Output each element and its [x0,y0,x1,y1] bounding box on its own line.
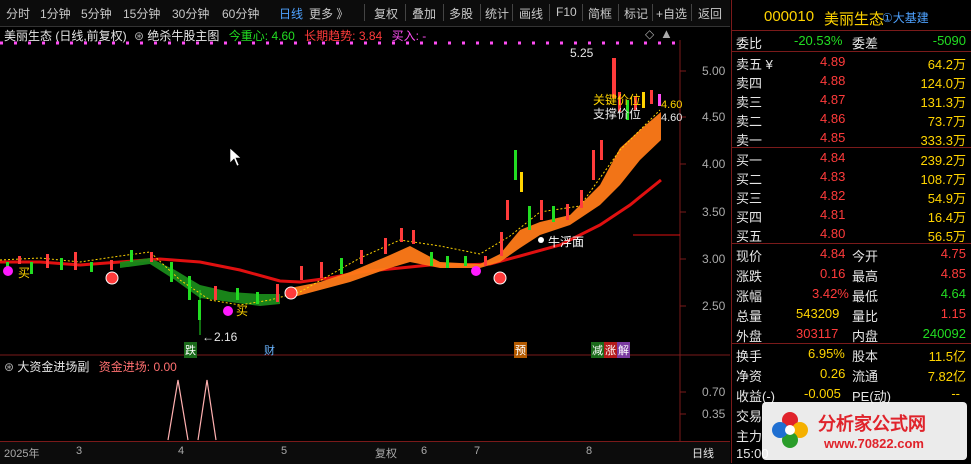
support-level-label: 支撑价位 [593,107,642,121]
x-axis-label: 6 [421,445,428,457]
period-tab-bottom[interactable]: 日线 [692,445,714,461]
x-axis-label: 复权 [375,448,397,460]
stock-code: 000010 [764,8,815,25]
stock-name: 美丽生态 [824,11,885,28]
x-axis-label: 7 [474,445,481,457]
ask-row-5[interactable]: 卖五 ¥ 4.89 64.2万 [732,52,971,72]
y-tick: 4.50 [702,110,726,124]
event-tag-reduce[interactable]: 减 [591,342,604,358]
bull-surface-dot [538,237,544,243]
buy-signal-marker [471,266,481,276]
bid-row-2[interactable]: 买二 4.83 108.7万 [732,167,971,187]
stat-row-price: 现价 4.84 今开 4.75 [736,246,966,264]
stat-row-earnings: 收益(-) -0.005 PE(动) -- [736,386,960,404]
x-axis-bar: 2025年 3 4 5 复权 6 7 8 日线 [0,441,730,464]
candlestick-chart [0,40,730,441]
watermark-logo: 分析家公式网 www.70822.com [762,402,967,460]
fund-entry-label: 资金进场: [98,360,151,374]
stat-row-netasset: 净资 0.26 流通 7.82亿 [736,366,966,384]
fund-entry-spike [197,379,217,441]
buy-marker-label: 买 [18,266,31,280]
bid-row-4[interactable]: 买四 4.81 16.4万 [732,205,971,225]
key-level-value: 4.60 [661,99,683,111]
bid-row-3[interactable]: 买三 4.82 54.9万 [732,186,971,206]
ask-row-3[interactable]: 卖三 4.87 131.3万 [732,90,971,110]
sub-indicator-name[interactable]: 大资金进场副 [17,360,89,374]
quote-header: 000010 美丽生态 ①大基建 [732,6,971,28]
pinwheel-logo-icon [772,412,808,448]
bid-row-5[interactable]: 买五 4.80 56.5万 [732,224,971,244]
fund-entry-spike [167,379,189,441]
signal-ball-icon [105,271,119,285]
stat-row-change: 涨跌 0.16 最高 4.85 [736,266,966,284]
x-axis-label: 5 [281,445,288,457]
buy-signal-marker [3,266,13,276]
x-axis-label: 4 [178,445,185,457]
order-ratio-row: 委比 -20.53% 委差 -5090 [736,33,966,51]
y-tick: 3.00 [702,252,726,266]
bid-row-1[interactable]: 买一 4.84 239.2万 [732,148,971,168]
stat-row-pct: 涨幅 3.42% 最低 4.64 [736,286,966,304]
sub-indicator-settings-icon[interactable]: ⊛ [4,360,14,374]
low-price-label: ←2.16 [202,330,238,344]
stat-row-outer: 外盘 303117 内盘 240092 [736,326,966,344]
stat-row-turnover: 换手 6.95% 股本 11.5亿 [736,346,966,364]
y-tick: 2.50 [702,299,726,313]
fund-entry-value: 0.00 [153,360,177,374]
watermark-url: www.70822.com [824,436,924,451]
stat-row-volume: 总量 543209 量比 1.15 [736,306,966,324]
watermark-site-name: 分析家公式网 [818,414,926,434]
signal-ball-icon [284,286,298,300]
sub-y-tick: 0.70 [702,385,726,399]
y-tick: 3.50 [702,205,726,219]
sub-chart-title: ⊛ 大资金进场副 资金进场: 0.00 [4,358,177,375]
sector-tag[interactable]: ①大基建 [882,9,929,26]
high-price-label: 5.25 [570,46,594,60]
x-axis-label: 8 [586,445,593,457]
y-tick: 4.00 [702,157,726,171]
mouse-cursor-icon [229,147,242,167]
signal-ball-icon [493,271,507,285]
quote-panel: 000010 美丽生态 ①大基建 委比 -20.53% 委差 -5090 卖五 … [731,0,971,463]
ask-row-4[interactable]: 卖四 4.88 124.0万 [732,71,971,91]
sub-y-tick: 0.35 [702,407,726,421]
ask-row-2[interactable]: 卖二 4.86 73.7万 [732,109,971,129]
event-tag-fall[interactable]: 跌 [184,342,197,358]
bull-surface-label: 牛浮面 [548,235,585,249]
event-tag-rise[interactable]: 涨 [604,342,617,358]
x-axis-label: 2025年 [4,448,40,460]
x-axis-label: 3 [76,445,83,457]
ask-row-1[interactable]: 卖一 4.85 333.3万 [732,128,971,148]
y-tick: 5.00 [702,64,726,78]
event-tag-finance[interactable]: 财 [263,342,276,358]
buy-signal-marker [223,306,233,316]
event-tag-forecast[interactable]: 预 [514,342,527,358]
buy-marker-label: 买 [236,304,249,318]
support-level-value: 4.60 [661,112,683,124]
event-tag-unlock[interactable]: 解 [617,342,630,358]
